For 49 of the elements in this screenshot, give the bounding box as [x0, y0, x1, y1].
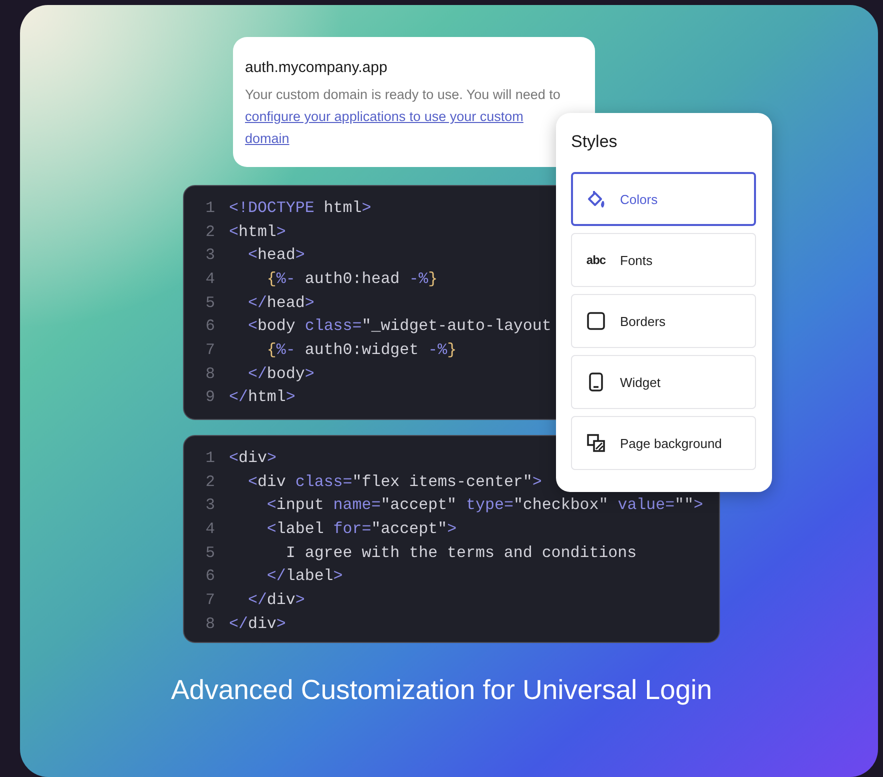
line-number: 5 [204, 294, 215, 312]
code-line: </html> [229, 388, 296, 406]
line-number: 6 [204, 567, 215, 586]
square-icon [586, 311, 606, 331]
code-line: <div class="flex items-center"> [246, 472, 542, 491]
code-line: </head> [246, 294, 314, 312]
code-line: <body class="_widget-auto-layout [246, 317, 552, 336]
code-line: <input name="accept" type="checkbox" value=""> [266, 496, 704, 514]
style-option[interactable]: Page background [571, 416, 756, 470]
line-number: 4 [204, 520, 215, 538]
code-line: <label for="accept"> [266, 520, 457, 538]
line-number: 7 [204, 340, 215, 359]
line-number: 3 [204, 496, 215, 514]
phone-icon [586, 372, 606, 392]
style-option[interactable]: abc Fonts [571, 233, 756, 287]
style-option[interactable]: Colors [571, 172, 756, 226]
line-number: 3 [204, 246, 215, 264]
line-number: 5 [204, 544, 215, 562]
code-line: I agree with the terms and conditions [284, 544, 637, 562]
line-number: 8 [204, 364, 215, 383]
code-line: <html> [229, 222, 286, 241]
line-number: 6 [204, 317, 215, 336]
code-line: <head> [246, 246, 305, 264]
style-option[interactable]: Widget [571, 355, 756, 409]
code-line: {%- auth0:widget -%} [266, 340, 457, 359]
configure-link[interactable]: configure your applications to use your custom domain [245, 106, 555, 150]
line-number: 7 [204, 590, 215, 609]
domain-message: Your custom domain is ready to use. You will need to [245, 86, 562, 104]
caption: Advanced Customization for Universal Login [170, 674, 714, 706]
style-option[interactable]: Borders [571, 294, 756, 348]
line-number: 4 [204, 270, 215, 288]
line-number: 8 [204, 614, 215, 633]
code-line: {%- auth0:head -%} [266, 270, 438, 288]
code-line: <div> [229, 448, 276, 467]
line-number: 1 [204, 198, 215, 217]
layers-icon [586, 433, 606, 453]
paint-bucket-icon [586, 189, 606, 209]
code-line: </label> [266, 567, 343, 586]
line-number: 9 [204, 388, 215, 406]
line-number: 2 [204, 222, 215, 241]
domain-title: auth.mycompany.app [245, 59, 388, 76]
code-line: </div> [246, 590, 305, 609]
line-number: 1 [204, 448, 215, 467]
text-icon: abc [586, 253, 606, 267]
line-number: 2 [204, 472, 215, 491]
panel-title: Styles [571, 132, 618, 152]
code-line: <!DOCTYPE html> [229, 198, 372, 217]
code-line: </body> [246, 364, 314, 383]
code-line: </div> [229, 614, 286, 633]
